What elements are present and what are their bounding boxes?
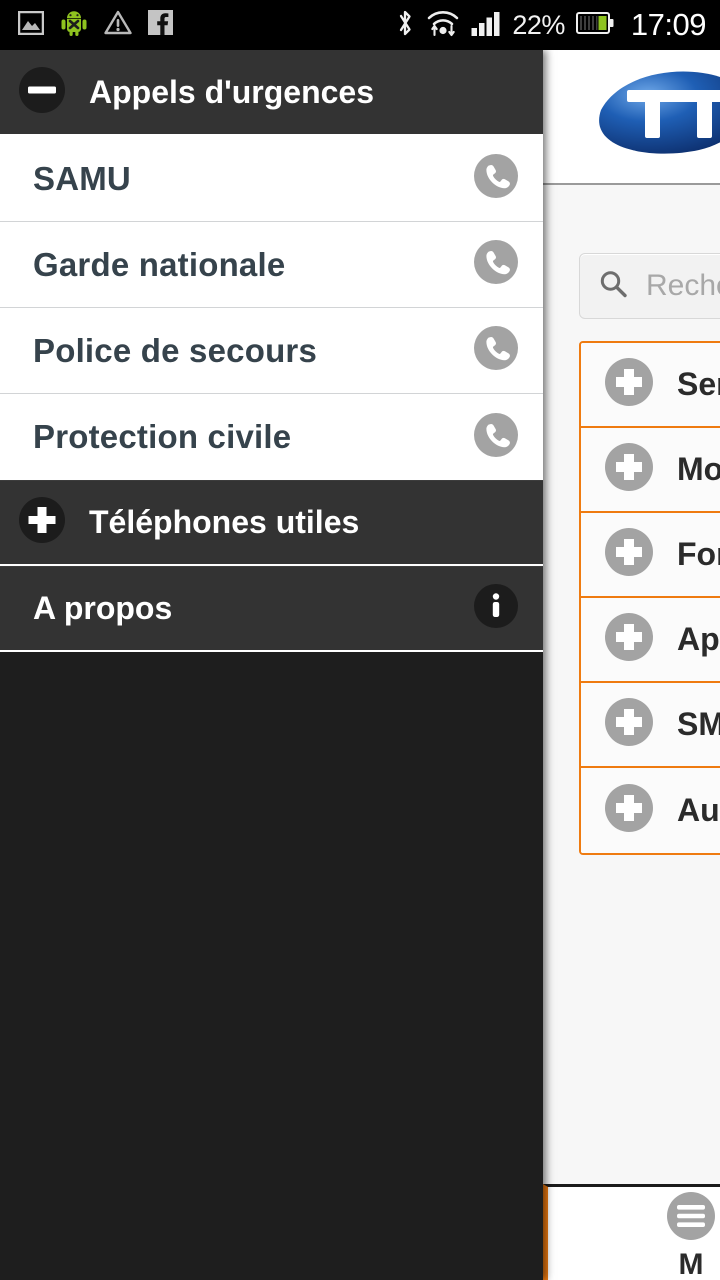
list-item[interactable]: Garde nationale bbox=[0, 222, 543, 308]
search-area: Reche bbox=[543, 187, 720, 319]
status-bar-notifications bbox=[17, 10, 173, 41]
drawer-section-label: Téléphones utiles bbox=[89, 504, 360, 540]
signal-bars-icon bbox=[471, 9, 501, 42]
phone-icon[interactable] bbox=[473, 239, 519, 290]
list-item-label: SMS bbox=[677, 706, 720, 742]
bottom-bar: M bbox=[543, 1184, 720, 1280]
list-item[interactable]: Forf bbox=[581, 513, 720, 598]
android-debug-icon bbox=[60, 10, 88, 41]
plus-circle-icon bbox=[603, 696, 655, 753]
battery-icon bbox=[575, 11, 614, 39]
list-item-label: Autr bbox=[677, 792, 720, 828]
list-item[interactable]: Protection civile bbox=[0, 394, 543, 480]
menu-circle-icon bbox=[666, 1191, 716, 1246]
plus-circle-icon bbox=[603, 611, 655, 668]
list-item-label: Mon bbox=[677, 451, 720, 487]
emergency-list: SAMU Garde nationale Police de secours P… bbox=[0, 136, 543, 480]
drawer-section-telephones-utiles[interactable]: Téléphones utiles bbox=[0, 480, 543, 566]
phone-icon[interactable] bbox=[473, 412, 519, 463]
minus-circle-icon[interactable] bbox=[18, 66, 66, 119]
status-bar: 22% 17:09 bbox=[0, 0, 720, 50]
drawer-section-label: A propos bbox=[33, 590, 173, 626]
list-item-label: Serv bbox=[677, 366, 720, 402]
list-item[interactable]: SMS bbox=[581, 683, 720, 768]
brand-bar bbox=[543, 50, 720, 185]
plus-circle-icon bbox=[603, 526, 655, 583]
content-body: Reche Serv bbox=[543, 187, 720, 1280]
list-item-label: Police de secours bbox=[33, 331, 318, 369]
bottom-bar-menu-button[interactable]: M bbox=[666, 1185, 716, 1280]
search-placeholder: Reche bbox=[646, 269, 720, 302]
image-icon bbox=[17, 10, 45, 40]
list-item[interactable]: App bbox=[581, 598, 720, 683]
list-item[interactable]: Autr bbox=[581, 768, 720, 853]
list-item-label: Protection civile bbox=[33, 418, 292, 455]
tt-logo bbox=[583, 58, 720, 183]
screen: 22% 17:09 Rech Se M Fo Ap S Au M Appels … bbox=[0, 0, 720, 1280]
facebook-icon bbox=[148, 10, 173, 40]
list-item-label: SAMU bbox=[33, 159, 131, 197]
list-item[interactable]: SAMU bbox=[0, 136, 543, 222]
drawer-header-appels-urgences[interactable]: Appels d'urgences bbox=[0, 50, 543, 136]
list-item[interactable]: Serv bbox=[581, 343, 720, 428]
battery-percent-label: 22% bbox=[512, 9, 565, 40]
info-circle-icon[interactable] bbox=[473, 583, 519, 634]
phone-icon[interactable] bbox=[473, 325, 519, 376]
clock-label: 17:09 bbox=[630, 7, 707, 42]
search-input[interactable]: Reche bbox=[579, 253, 720, 319]
navigation-drawer: Appels d'urgences SAMU Garde nationale P… bbox=[0, 50, 543, 1280]
list-item-label: Forf bbox=[677, 536, 720, 572]
plus-circle-icon[interactable] bbox=[18, 496, 66, 549]
drawer-header-title: Appels d'urgences bbox=[89, 73, 375, 110]
bottom-bar-label: M bbox=[678, 1248, 704, 1280]
list-item[interactable]: Mon bbox=[581, 428, 720, 513]
list-item-label: App bbox=[677, 621, 720, 657]
search-icon bbox=[598, 269, 628, 304]
list-item[interactable]: Police de secours bbox=[0, 308, 543, 394]
wifi-transfer-icon bbox=[426, 9, 460, 42]
phone-icon[interactable] bbox=[473, 153, 519, 204]
warning-icon bbox=[104, 10, 132, 40]
plus-circle-icon bbox=[603, 782, 655, 839]
list-item-label: Garde nationale bbox=[33, 245, 286, 283]
plus-circle-icon bbox=[603, 441, 655, 498]
drawer-section-a-propos[interactable]: A propos bbox=[0, 566, 543, 652]
plus-circle-icon bbox=[603, 356, 655, 413]
category-list: Serv Mon bbox=[579, 341, 720, 855]
bluetooth-icon bbox=[395, 8, 415, 43]
status-bar-system: 22% 17:09 bbox=[395, 7, 707, 43]
